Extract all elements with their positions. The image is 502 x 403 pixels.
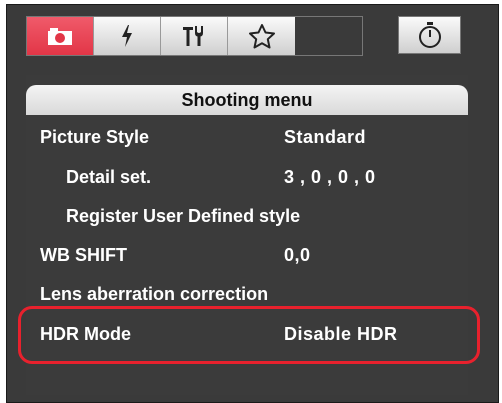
tab-shooting[interactable] — [27, 17, 94, 55]
flash-icon — [122, 25, 132, 47]
tab-flash[interactable] — [94, 17, 161, 55]
menu-item-detail-set[interactable]: Detail set. 3 , 0 , 0 , 0 — [26, 159, 468, 195]
menu-item-label: Lens aberration correction — [40, 283, 269, 304]
menu-item-label: Register User Defined style — [66, 205, 301, 226]
menu-item-value: 3 , 0 , 0 , 0 — [284, 166, 376, 187]
menu-item-register-user-defined-style[interactable]: Register User Defined style — [26, 198, 468, 234]
tab-my-menu[interactable] — [228, 17, 295, 55]
menu-item-value: Standard — [284, 126, 367, 147]
menu-item-label: WB SHIFT — [40, 244, 127, 265]
menu-item-wb-shift[interactable]: WB SHIFT 0,0 — [26, 237, 468, 273]
camera-icon — [48, 28, 72, 45]
timer-icon — [418, 22, 441, 48]
tab-tools[interactable] — [161, 17, 228, 55]
menu-item-label: Picture Style — [40, 126, 150, 147]
tab-timer[interactable] — [398, 16, 461, 54]
menu-title: Shooting menu — [26, 85, 468, 115]
tools-icon — [183, 26, 203, 46]
hdr-mode-highlight — [18, 306, 480, 364]
menu-item-value: 0,0 — [284, 244, 311, 265]
tab-bar — [26, 16, 363, 56]
menu-item-label: Detail set. — [66, 166, 152, 187]
menu-item-picture-style[interactable]: Picture Style Standard — [26, 119, 468, 155]
star-icon — [248, 24, 275, 49]
